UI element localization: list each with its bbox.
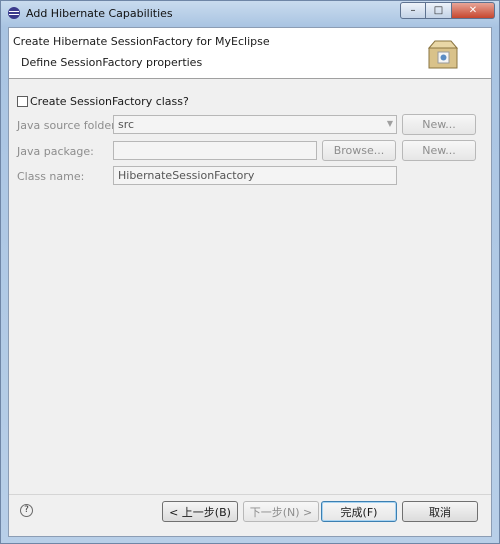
finish-button[interactable]: 完成(F): [321, 501, 397, 522]
create-sessionfactory-checkbox[interactable]: [17, 96, 28, 107]
package-new-button[interactable]: New...: [402, 140, 476, 161]
back-button[interactable]: < 上一步(B): [162, 501, 238, 522]
class-name-input[interactable]: HibernateSessionFactory: [113, 166, 397, 185]
title-bar[interactable]: Add Hibernate Capabilities – □ ✕: [1, 1, 499, 27]
cancel-button[interactable]: 取消: [402, 501, 478, 522]
minimize-button[interactable]: –: [400, 2, 426, 19]
close-button[interactable]: ✕: [452, 2, 495, 19]
help-icon[interactable]: ?: [20, 504, 33, 517]
package-box-icon: [427, 40, 459, 69]
create-sessionfactory-label[interactable]: Create SessionFactory class?: [30, 95, 189, 108]
eclipse-app-icon: [8, 7, 20, 19]
banner-subtitle: Define SessionFactory properties: [21, 56, 203, 69]
source-folder-value: src: [118, 118, 135, 131]
source-folder-label: Java source folder:: [17, 119, 120, 132]
package-input[interactable]: [113, 141, 317, 160]
source-folder-combo[interactable]: src ▼: [113, 115, 397, 134]
window-title: Add Hibernate Capabilities: [26, 7, 173, 20]
window-controls: – □ ✕: [400, 2, 495, 20]
chevron-down-icon[interactable]: ▼: [387, 119, 393, 128]
maximize-button[interactable]: □: [426, 2, 452, 19]
wizard-banner: Create Hibernate SessionFactory for MyEc…: [9, 28, 491, 79]
footer-separator: [9, 494, 491, 495]
banner-title: Create Hibernate SessionFactory for MyEc…: [13, 35, 270, 48]
class-name-label: Class name:: [17, 170, 85, 183]
package-label: Java package:: [17, 145, 94, 158]
package-browse-button[interactable]: Browse...: [322, 140, 396, 161]
dialog-client-area: Create Hibernate SessionFactory for MyEc…: [8, 27, 492, 537]
source-folder-new-button[interactable]: New...: [402, 114, 476, 135]
next-button[interactable]: 下一步(N) >: [243, 501, 319, 522]
dialog-window: Add Hibernate Capabilities – □ ✕ Create …: [0, 0, 500, 544]
